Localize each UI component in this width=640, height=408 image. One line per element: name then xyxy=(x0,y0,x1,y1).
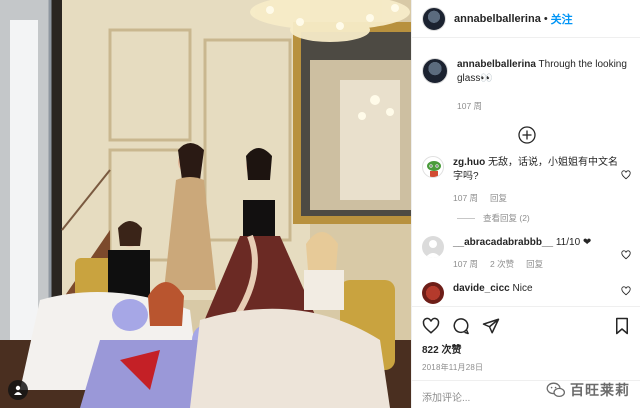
plus-circle-icon xyxy=(517,126,536,144)
reply-button[interactable]: 回复 xyxy=(526,258,543,270)
comment-item: davide_cicc Nice xyxy=(412,282,640,304)
commenter-username[interactable]: __abracadabrabbb__ xyxy=(453,237,553,248)
comment-likes[interactable]: 2 次赞 xyxy=(490,258,514,270)
likes-count[interactable]: 822 次赞 xyxy=(412,335,640,356)
view-replies-button[interactable]: 查看回复 (2) xyxy=(457,212,640,224)
separator-dot: • xyxy=(543,12,548,25)
post-side-panel: annabelballerina • 关注 annabelballerina T… xyxy=(411,0,640,408)
comment-icon[interactable] xyxy=(452,317,470,335)
wechat-logo-icon xyxy=(546,382,566,398)
commenter-avatar[interactable] xyxy=(422,236,444,258)
watermark: 百旺莱莉 xyxy=(546,380,630,400)
author-username[interactable]: annabelballerina xyxy=(454,13,541,25)
post-header: annabelballerina • 关注 xyxy=(412,0,640,38)
view-replies-label: 查看回复 (2) xyxy=(483,213,530,223)
comment-like-icon[interactable] xyxy=(621,286,631,296)
comment-like-icon[interactable] xyxy=(621,170,631,180)
heart-icon[interactable] xyxy=(422,317,440,335)
comment-time[interactable]: 107 周 xyxy=(453,258,478,270)
caption-time[interactable]: 107 周 xyxy=(457,100,482,112)
commenter-username[interactable]: zg.huo xyxy=(453,157,485,168)
comment-time[interactable]: 107 周 xyxy=(453,192,478,204)
author-avatar[interactable] xyxy=(422,6,446,31)
comment-text: 11/10 ❤ xyxy=(555,237,592,248)
comment-item: __abracadabrabbb__ 11/10 ❤ 107 周 2 次赞 回复 xyxy=(412,236,640,270)
comment-like-icon[interactable] xyxy=(621,250,631,260)
comment-item: zg.huo 无敌，话说，小姐姐有中文名字吗? 107 周 回复 xyxy=(412,156,640,204)
load-more-comments-button[interactable] xyxy=(412,126,640,144)
watermark-text: 百旺莱莉 xyxy=(570,382,630,398)
commenter-avatar[interactable] xyxy=(422,156,444,178)
comments-list[interactable]: annabelballerina Through the looking gla… xyxy=(412,50,640,304)
bookmark-icon[interactable] xyxy=(613,317,631,335)
comment-text: Nice xyxy=(512,283,533,294)
photo-image xyxy=(0,0,411,408)
post-photo[interactable] xyxy=(0,0,411,408)
caption-username[interactable]: annabelballerina xyxy=(457,59,536,70)
paper-plane-icon[interactable] xyxy=(482,317,500,335)
follow-button[interactable]: 关注 xyxy=(551,11,573,27)
commenter-avatar[interactable] xyxy=(422,282,444,304)
user-tag-icon[interactable] xyxy=(8,380,28,400)
post-date: 2018年11月28日 xyxy=(422,363,484,372)
commenter-username[interactable]: davide_cicc xyxy=(453,283,510,294)
reply-button[interactable]: 回复 xyxy=(490,192,507,204)
view-replies-line xyxy=(457,217,475,219)
caption-avatar[interactable] xyxy=(422,58,448,84)
caption: annabelballerina Through the looking gla… xyxy=(412,58,640,112)
